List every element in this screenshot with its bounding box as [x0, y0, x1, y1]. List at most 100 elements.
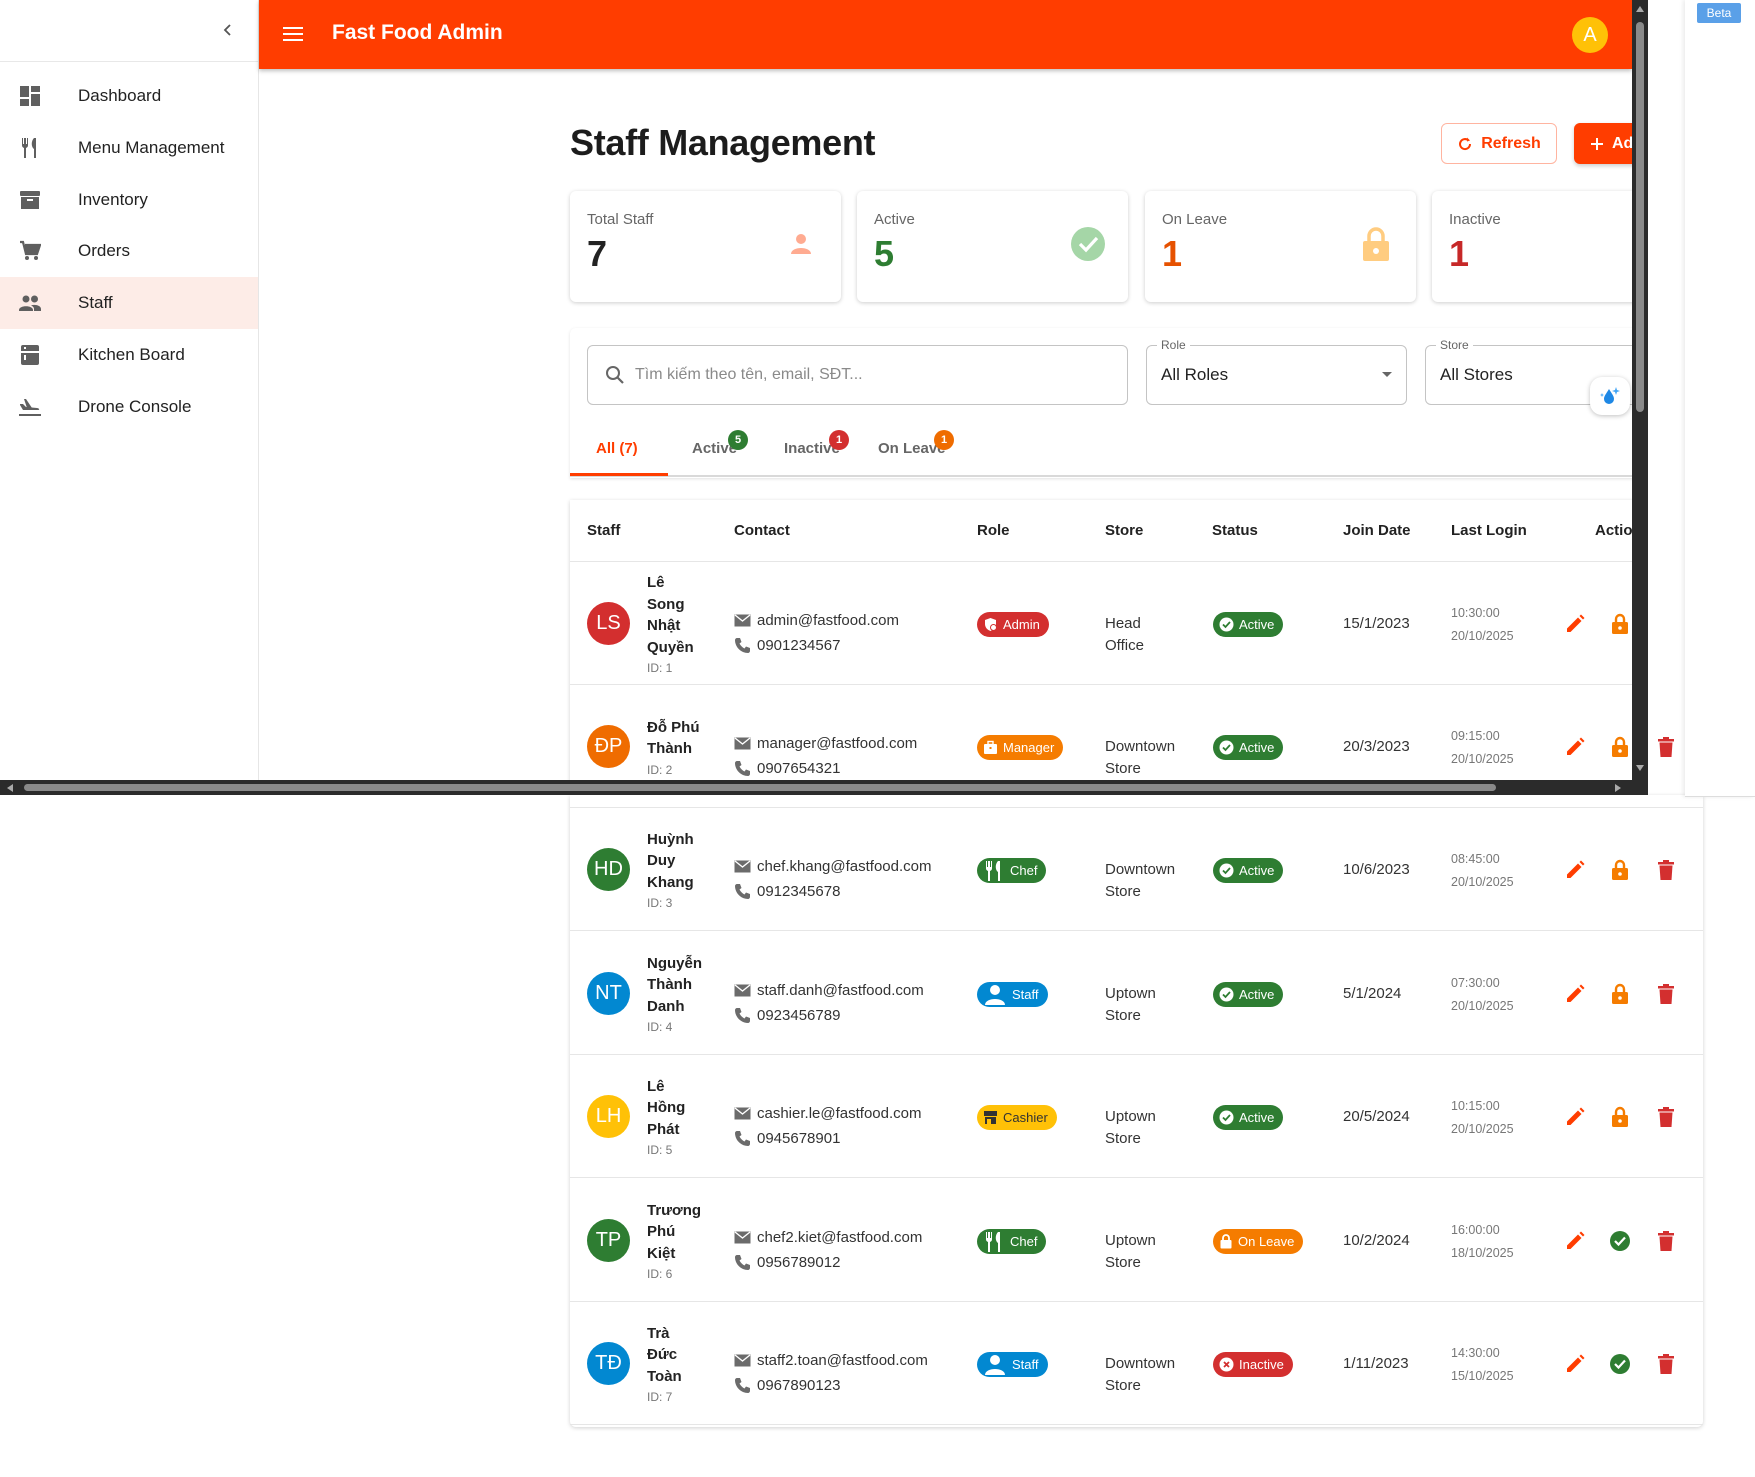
mail-icon [734, 737, 751, 750]
edit-button[interactable] [1562, 1104, 1588, 1130]
store-name: Head Office [1105, 613, 1195, 656]
phone-icon [734, 1130, 751, 1147]
staff-id: ID: 5 [647, 1143, 673, 1158]
padlock-icon [1611, 983, 1629, 1005]
sidebar-item-drone-console[interactable]: Drone Console [0, 381, 258, 433]
sidebar-item-orders[interactable]: Orders [0, 225, 258, 277]
stat-label: On Leave [1162, 211, 1228, 228]
delete-button[interactable] [1653, 1351, 1679, 1377]
vertical-scrollbar[interactable] [1632, 0, 1648, 780]
stat-card-total-staff: Total Staff 7 [570, 191, 841, 302]
edit-button[interactable] [1562, 1228, 1588, 1254]
deactivate-button[interactable] [1607, 611, 1633, 637]
contact-email[interactable]: staff.danh@fastfood.com [734, 982, 924, 999]
store-line: Store [1105, 882, 1141, 900]
contact-email[interactable]: manager@fastfood.com [734, 735, 917, 752]
column-header-status[interactable]: Status [1212, 522, 1258, 539]
status-chip: Active [1213, 982, 1284, 1007]
tab-on-leave[interactable]: On Leave 1 [878, 430, 954, 476]
contact-phone[interactable]: 0967890123 [734, 1377, 840, 1394]
edit-button[interactable] [1562, 1351, 1588, 1377]
table-row: TP Trương Phú Kiệt ID: 6 chef2.kiet@fastfo… [570, 1179, 1703, 1302]
last-login-time: 10:15:00 [1451, 1099, 1500, 1113]
sidebar-item-dashboard[interactable]: Dashboard [0, 70, 258, 122]
column-header-contact[interactable]: Contact [734, 522, 790, 539]
edit-icon [1564, 1230, 1586, 1252]
tab-active[interactable]: Active 5 [692, 430, 748, 476]
sidebar-item-inventory[interactable]: Inventory [0, 174, 258, 226]
delete-button[interactable] [1653, 857, 1679, 883]
lock-small-icon [1219, 1234, 1233, 1249]
deactivate-button[interactable] [1607, 981, 1633, 1007]
contact-phone[interactable]: 0923456789 [734, 1007, 840, 1024]
delete-button[interactable] [1653, 734, 1679, 760]
sidebar-item-staff[interactable]: Staff [0, 277, 258, 329]
deactivate-button[interactable] [1607, 1104, 1633, 1130]
contact-email[interactable]: staff2.toan@fastfood.com [734, 1352, 928, 1369]
tab-inactive[interactable]: Inactive 1 [784, 430, 849, 476]
role-label: Chef [1010, 1234, 1038, 1249]
join-date: 10/2/2024 [1343, 1232, 1410, 1249]
stat-value: 7 [587, 233, 608, 274]
contact-phone[interactable]: 0912345678 [734, 883, 840, 900]
search-input[interactable] [635, 366, 1105, 384]
role-select[interactable]: Role All Roles [1146, 338, 1407, 405]
contact-email[interactable]: chef2.kiet@fastfood.com [734, 1229, 922, 1246]
edit-button[interactable] [1562, 734, 1588, 760]
last-login-time: 14:30:00 [1451, 1346, 1500, 1360]
delete-button[interactable] [1653, 981, 1679, 1007]
person-icon [983, 983, 1007, 1007]
contact-email[interactable]: cashier.le@fastfood.com [734, 1105, 921, 1122]
search-field[interactable] [587, 345, 1128, 405]
refresh-button[interactable]: Refresh [1441, 123, 1557, 164]
status-label: On Leave [1238, 1234, 1295, 1249]
deactivate-button[interactable] [1607, 734, 1633, 760]
contact-phone[interactable]: 0945678901 [734, 1130, 840, 1147]
sidebar-item-menu-management[interactable]: Menu Management [0, 122, 258, 174]
user-avatar-button[interactable]: A [1572, 17, 1608, 53]
sidebar-item-kitchen-board[interactable]: Kitchen Board [0, 329, 258, 381]
contact-email[interactable]: chef.khang@fastfood.com [734, 858, 932, 875]
delete-button[interactable] [1653, 1104, 1679, 1130]
tab-all[interactable]: All (7) [596, 432, 638, 476]
person-icon [789, 232, 813, 256]
join-date: 5/1/2024 [1343, 985, 1402, 1002]
contact-email[interactable]: admin@fastfood.com [734, 612, 899, 629]
activate-button[interactable] [1607, 1228, 1633, 1254]
edit-button[interactable] [1562, 857, 1588, 883]
status-chip: Active [1213, 612, 1284, 637]
staff-name-line: Đức [647, 1346, 678, 1364]
store-line: Store [1105, 1006, 1141, 1024]
horizontal-scrollbar[interactable] [0, 780, 1648, 795]
role-chip: Chef [977, 858, 1047, 883]
activate-button[interactable] [1607, 1351, 1633, 1377]
column-header-join-date[interactable]: Join Date [1343, 522, 1411, 539]
assistant-fab[interactable] [1590, 377, 1630, 415]
briefcase-icon [983, 740, 998, 755]
phone-text: 0923456789 [757, 1007, 841, 1024]
menu-button[interactable] [279, 20, 307, 48]
email-text: staff2.toan@fastfood.com [757, 1352, 928, 1369]
stat-card-on-leave: On Leave 1 [1145, 191, 1416, 302]
edit-button[interactable] [1562, 981, 1588, 1007]
contact-phone[interactable]: 0901234567 [734, 637, 840, 654]
email-text: manager@fastfood.com [757, 735, 918, 752]
contact-phone[interactable]: 0956789012 [734, 1254, 840, 1271]
page-title: Staff Management [570, 122, 876, 163]
edit-icon [1564, 983, 1586, 1005]
edit-icon [1564, 859, 1586, 881]
column-header-role[interactable]: Role [977, 522, 1010, 539]
vertical-scroll-thumb[interactable] [1636, 22, 1644, 412]
role-select-value: All Roles [1161, 365, 1229, 384]
column-header-store[interactable]: Store [1105, 522, 1143, 539]
column-header-staff[interactable]: Staff [587, 522, 620, 539]
phone-text: 0912345678 [757, 883, 841, 900]
horizontal-scroll-thumb[interactable] [24, 784, 1496, 791]
tab-count-badge: 1 [829, 430, 849, 450]
collapse-sidebar-button[interactable] [214, 16, 242, 44]
column-header-last-login[interactable]: Last Login [1451, 522, 1527, 539]
contact-phone[interactable]: 0907654321 [734, 760, 840, 777]
deactivate-button[interactable] [1607, 857, 1633, 883]
delete-button[interactable] [1653, 1228, 1679, 1254]
edit-button[interactable] [1562, 611, 1588, 637]
